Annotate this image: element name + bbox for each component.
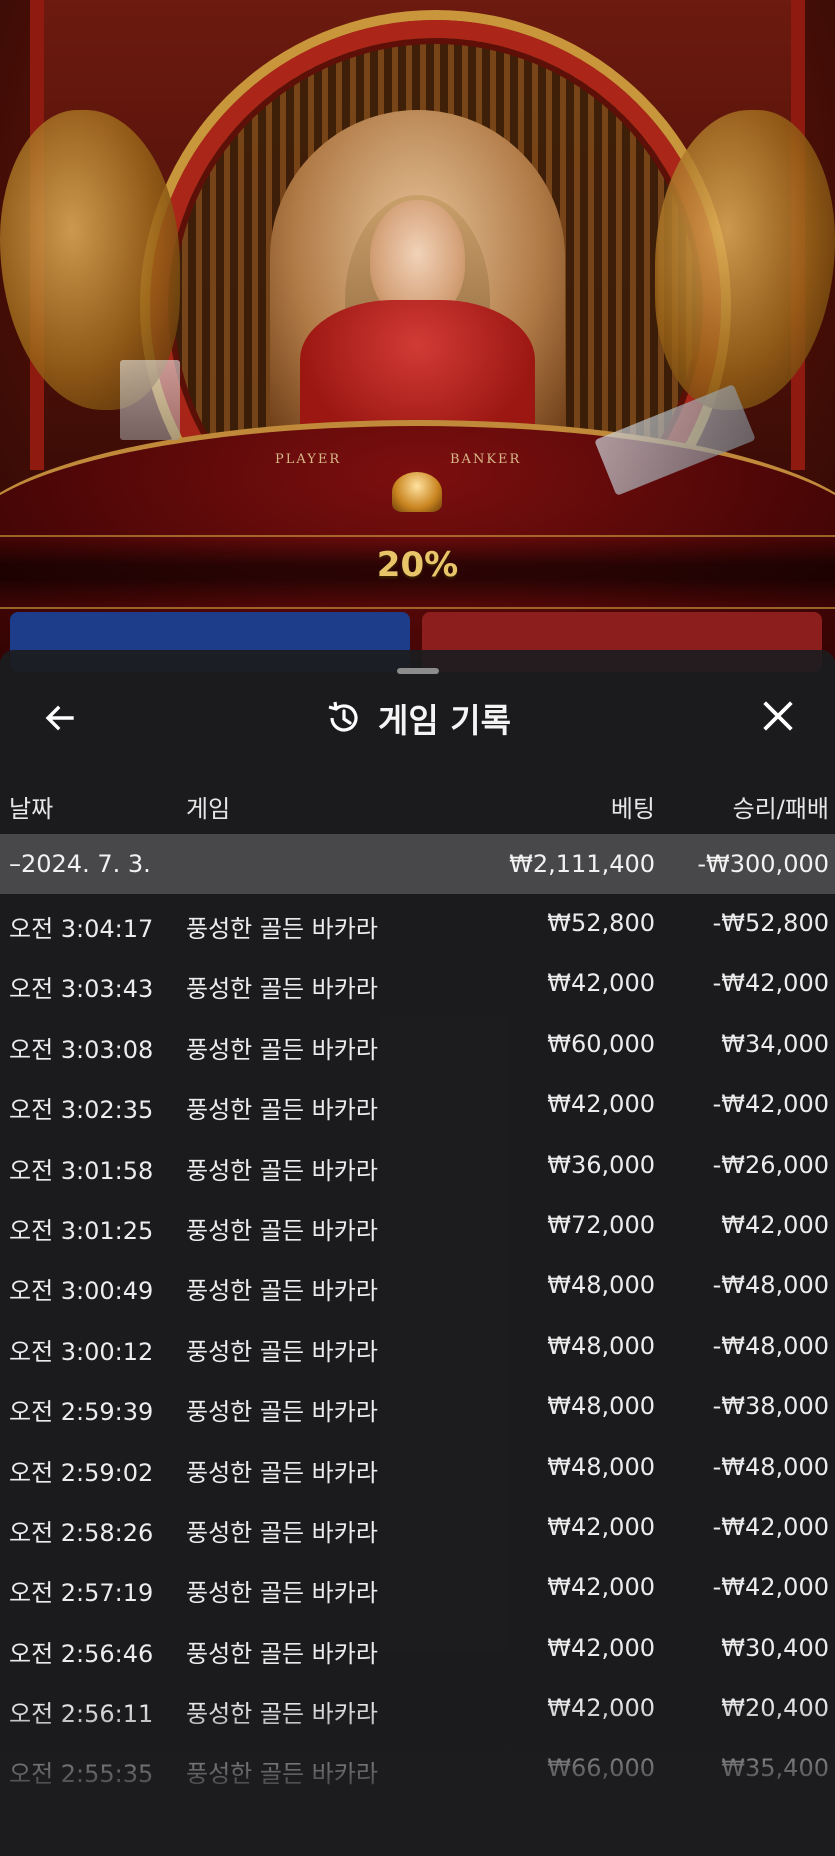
row-time: 오전 3:03:08 xyxy=(9,1035,154,1064)
row-game-name: 풍성한 골든 바카라 xyxy=(186,1216,378,1245)
row-time: 오전 3:04:17 xyxy=(9,915,154,943)
row-win-loss: -₩26,000 xyxy=(712,1150,829,1179)
row-win-loss: -₩48,000 xyxy=(712,1331,829,1360)
row-time: 오전 3:02:35 xyxy=(9,1096,154,1125)
row-time: 오전 3:01:58 xyxy=(9,1156,154,1185)
history-row[interactable]: 오전 3:00:49 풍성한 골든 바카라 ₩48,000 -₩48,000 xyxy=(0,1256,835,1316)
history-row[interactable]: 오전 3:03:08 풍성한 골든 바카라 ₩60,000 ₩34,000 xyxy=(0,1015,835,1075)
row-time: 오전 2:55:35 xyxy=(9,1760,154,1789)
row-game-name: 풍성한 골든 바카라 xyxy=(186,1156,378,1185)
bet-timer-percent: 20% xyxy=(376,545,459,585)
day-summary-row[interactable]: –2024. 7. 3. ₩2,111,400 -₩300,000 xyxy=(0,834,835,894)
day-date: –2024. 7. 3. xyxy=(9,850,151,878)
row-game-name: 풍성한 골든 바카라 xyxy=(186,1458,378,1487)
row-game-name: 풍성한 골든 바카라 xyxy=(186,1035,378,1064)
history-row[interactable]: 오전 3:01:25 풍성한 골든 바카라 ₩72,000 ₩42,000 xyxy=(0,1196,835,1256)
row-win-loss: ₩35,400 xyxy=(721,1754,829,1783)
row-game-name: 풍성한 골든 바카라 xyxy=(186,1639,378,1668)
row-bet-amount: ₩42,000 xyxy=(547,1633,655,1662)
row-game-name: 풍성한 골든 바카라 xyxy=(186,1760,378,1789)
row-game-name: 풍성한 골든 바카라 xyxy=(186,1518,378,1547)
row-bet-amount: ₩42,000 xyxy=(547,1512,655,1541)
row-bet-amount: ₩48,000 xyxy=(547,1271,655,1300)
history-row[interactable]: 오전 3:04:17 풍성한 골든 바카라 ₩52,800 -₩52,800 xyxy=(0,894,835,954)
row-time: 오전 2:56:11 xyxy=(9,1700,154,1729)
row-bet-amount: ₩36,000 xyxy=(547,1150,655,1179)
page-title: 게임 기록 xyxy=(378,701,511,740)
history-row[interactable]: 오전 2:56:46 풍성한 골든 바카라 ₩42,000 ₩30,400 xyxy=(0,1619,835,1679)
row-time: 오전 3:00:12 xyxy=(9,1337,154,1366)
history-row[interactable]: 오전 3:00:12 풍성한 골든 바카라 ₩48,000 -₩48,000 xyxy=(0,1317,835,1377)
history-row[interactable]: 오전 3:02:35 풍성한 골든 바카라 ₩42,000 -₩42,000 xyxy=(0,1075,835,1135)
row-game-name: 풍성한 골든 바카라 xyxy=(186,1277,378,1306)
row-game-name: 풍성한 골든 바카라 xyxy=(186,1579,378,1608)
row-win-loss: ₩42,000 xyxy=(721,1210,829,1239)
history-table-header: 날짜 게임 베팅 승리/패배 xyxy=(0,785,835,825)
row-game-name: 풍성한 골든 바카라 xyxy=(186,975,378,1004)
row-bet-amount: ₩42,000 xyxy=(547,1573,655,1602)
row-time: 오전 2:56:46 xyxy=(9,1639,154,1668)
history-list: 오전 3:04:17 풍성한 골든 바카라 ₩52,800 -₩52,800 오전 3:… xyxy=(0,894,835,1800)
row-win-loss: -₩48,000 xyxy=(712,1271,829,1300)
history-row[interactable]: 오전 3:01:58 풍성한 골든 바카라 ₩36,000 -₩26,000 xyxy=(0,1136,835,1196)
history-row[interactable]: 오전 2:58:26 풍성한 골든 바카라 ₩42,000 -₩42,000 xyxy=(0,1498,835,1558)
table-bell xyxy=(392,472,442,512)
day-bet-total: ₩2,111,400 xyxy=(509,850,655,878)
row-time: 오전 2:59:02 xyxy=(9,1458,154,1487)
column-header-date: 날짜 xyxy=(9,795,54,823)
row-time: 오전 2:58:26 xyxy=(9,1518,154,1547)
row-win-loss: ₩30,400 xyxy=(721,1633,829,1662)
sheet-drag-handle[interactable] xyxy=(397,668,439,674)
row-win-loss: -₩48,000 xyxy=(712,1452,829,1481)
history-row[interactable]: 오전 2:56:11 풍성한 골든 바카라 ₩42,000 ₩20,400 xyxy=(0,1679,835,1739)
row-game-name: 풍성한 골든 바카라 xyxy=(186,1096,378,1125)
row-win-loss: -₩42,000 xyxy=(712,1573,829,1602)
row-time: 오전 2:57:19 xyxy=(9,1579,154,1608)
row-game-name: 풍성한 골든 바카라 xyxy=(186,1700,378,1729)
row-win-loss: -₩42,000 xyxy=(712,1090,829,1119)
table-label-banker: BANKER xyxy=(450,452,522,467)
row-win-loss: -₩42,000 xyxy=(712,1512,829,1541)
history-row[interactable]: 오전 2:55:35 풍성한 골든 바카라 ₩66,000 ₩35,400 xyxy=(0,1739,835,1799)
column-header-game: 게임 xyxy=(186,795,231,823)
row-time: 오전 3:01:25 xyxy=(9,1216,154,1245)
column-header-win-loss: 승리/패배 xyxy=(732,795,829,823)
row-game-name: 풍성한 골든 바카라 xyxy=(186,1398,378,1427)
history-row[interactable]: 오전 2:59:39 풍성한 골든 바카라 ₩48,000 -₩38,000 xyxy=(0,1377,835,1437)
sheet-header: 게임 기록 xyxy=(0,693,835,743)
row-win-loss: ₩34,000 xyxy=(721,1029,829,1058)
row-bet-amount: ₩48,000 xyxy=(547,1331,655,1360)
row-bet-amount: ₩72,000 xyxy=(547,1210,655,1239)
row-bet-amount: ₩42,000 xyxy=(547,1694,655,1723)
row-time: 오전 2:59:39 xyxy=(9,1398,154,1427)
row-bet-amount: ₩52,800 xyxy=(547,909,655,937)
close-button[interactable] xyxy=(758,696,798,736)
gold-dragon-statue-right xyxy=(655,110,835,410)
row-win-loss: -₩38,000 xyxy=(712,1392,829,1421)
card-discard-box xyxy=(120,360,180,440)
history-row[interactable]: 오전 2:59:02 풍성한 골든 바카라 ₩48,000 -₩48,000 xyxy=(0,1438,835,1498)
history-icon xyxy=(328,701,358,732)
row-win-loss: -₩42,000 xyxy=(712,969,829,998)
table-label-player: PLAYER xyxy=(275,452,342,467)
close-icon xyxy=(763,701,793,731)
row-bet-amount: ₩42,000 xyxy=(547,969,655,998)
row-bet-amount: ₩42,000 xyxy=(547,1090,655,1119)
row-bet-amount: ₩66,000 xyxy=(547,1754,655,1783)
row-game-name: 풍성한 골든 바카라 xyxy=(186,1337,378,1366)
history-row[interactable]: 오전 2:57:19 풍성한 골든 바카라 ₩42,000 -₩42,000 xyxy=(0,1558,835,1618)
row-bet-amount: ₩48,000 xyxy=(547,1452,655,1481)
row-time: 오전 3:00:49 xyxy=(9,1277,154,1306)
column-header-bet: 베팅 xyxy=(610,795,655,823)
row-time: 오전 3:03:43 xyxy=(9,975,154,1004)
row-bet-amount: ₩48,000 xyxy=(547,1392,655,1421)
row-game-name: 풍성한 골든 바카라 xyxy=(186,915,378,943)
history-row[interactable]: 오전 3:03:43 풍성한 골든 바카라 ₩42,000 -₩42,000 xyxy=(0,954,835,1014)
day-win-loss-total: -₩300,000 xyxy=(697,850,829,878)
row-win-loss: -₩52,800 xyxy=(712,909,829,937)
row-bet-amount: ₩60,000 xyxy=(547,1029,655,1058)
row-win-loss: ₩20,400 xyxy=(721,1694,829,1723)
